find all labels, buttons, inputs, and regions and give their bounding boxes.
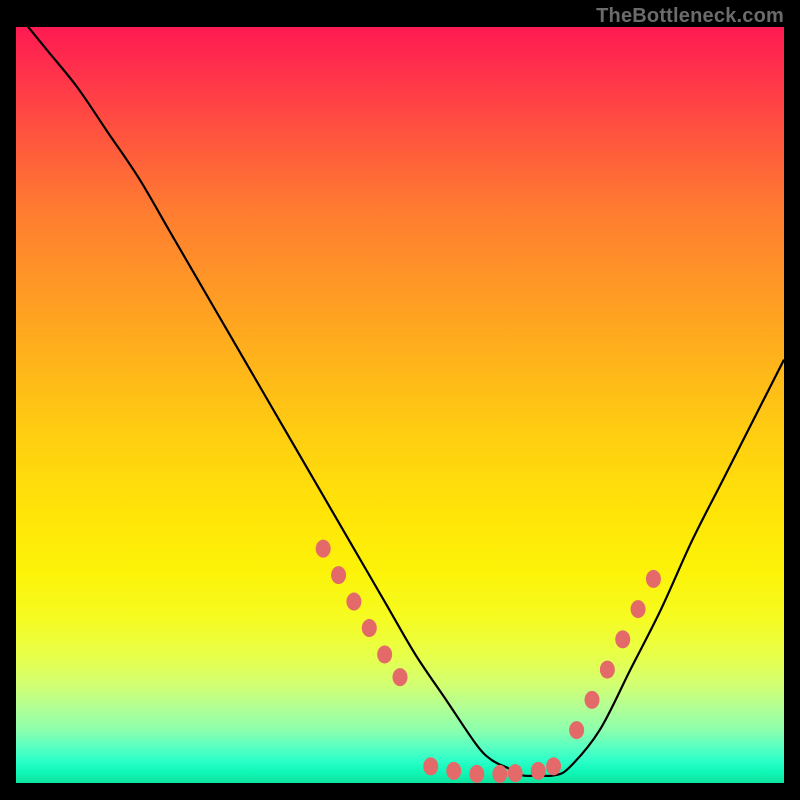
marker-dot [615,630,630,648]
marker-dot [646,570,661,588]
marker-dot [508,764,523,782]
marker-dot [377,645,392,663]
chart-svg [16,27,784,783]
chart-frame: TheBottleneck.com [0,0,800,800]
marker-dot [393,668,408,686]
marker-dot [600,661,615,679]
marker-dot [546,757,561,775]
attribution-text: TheBottleneck.com [596,5,784,28]
marker-dot [346,593,361,611]
marker-dot [446,762,461,780]
marker-dot [492,765,507,783]
marker-dot [531,762,546,780]
curve-line [16,27,784,776]
marker-dot [316,540,331,558]
bottleneck-curve [16,27,784,776]
marker-dot [469,765,484,783]
marker-dot [631,600,646,618]
marker-dot [585,691,600,709]
curve-markers [316,540,661,783]
marker-dot [362,619,377,637]
marker-dot [331,566,346,584]
marker-dot [569,721,584,739]
marker-dot [423,757,438,775]
